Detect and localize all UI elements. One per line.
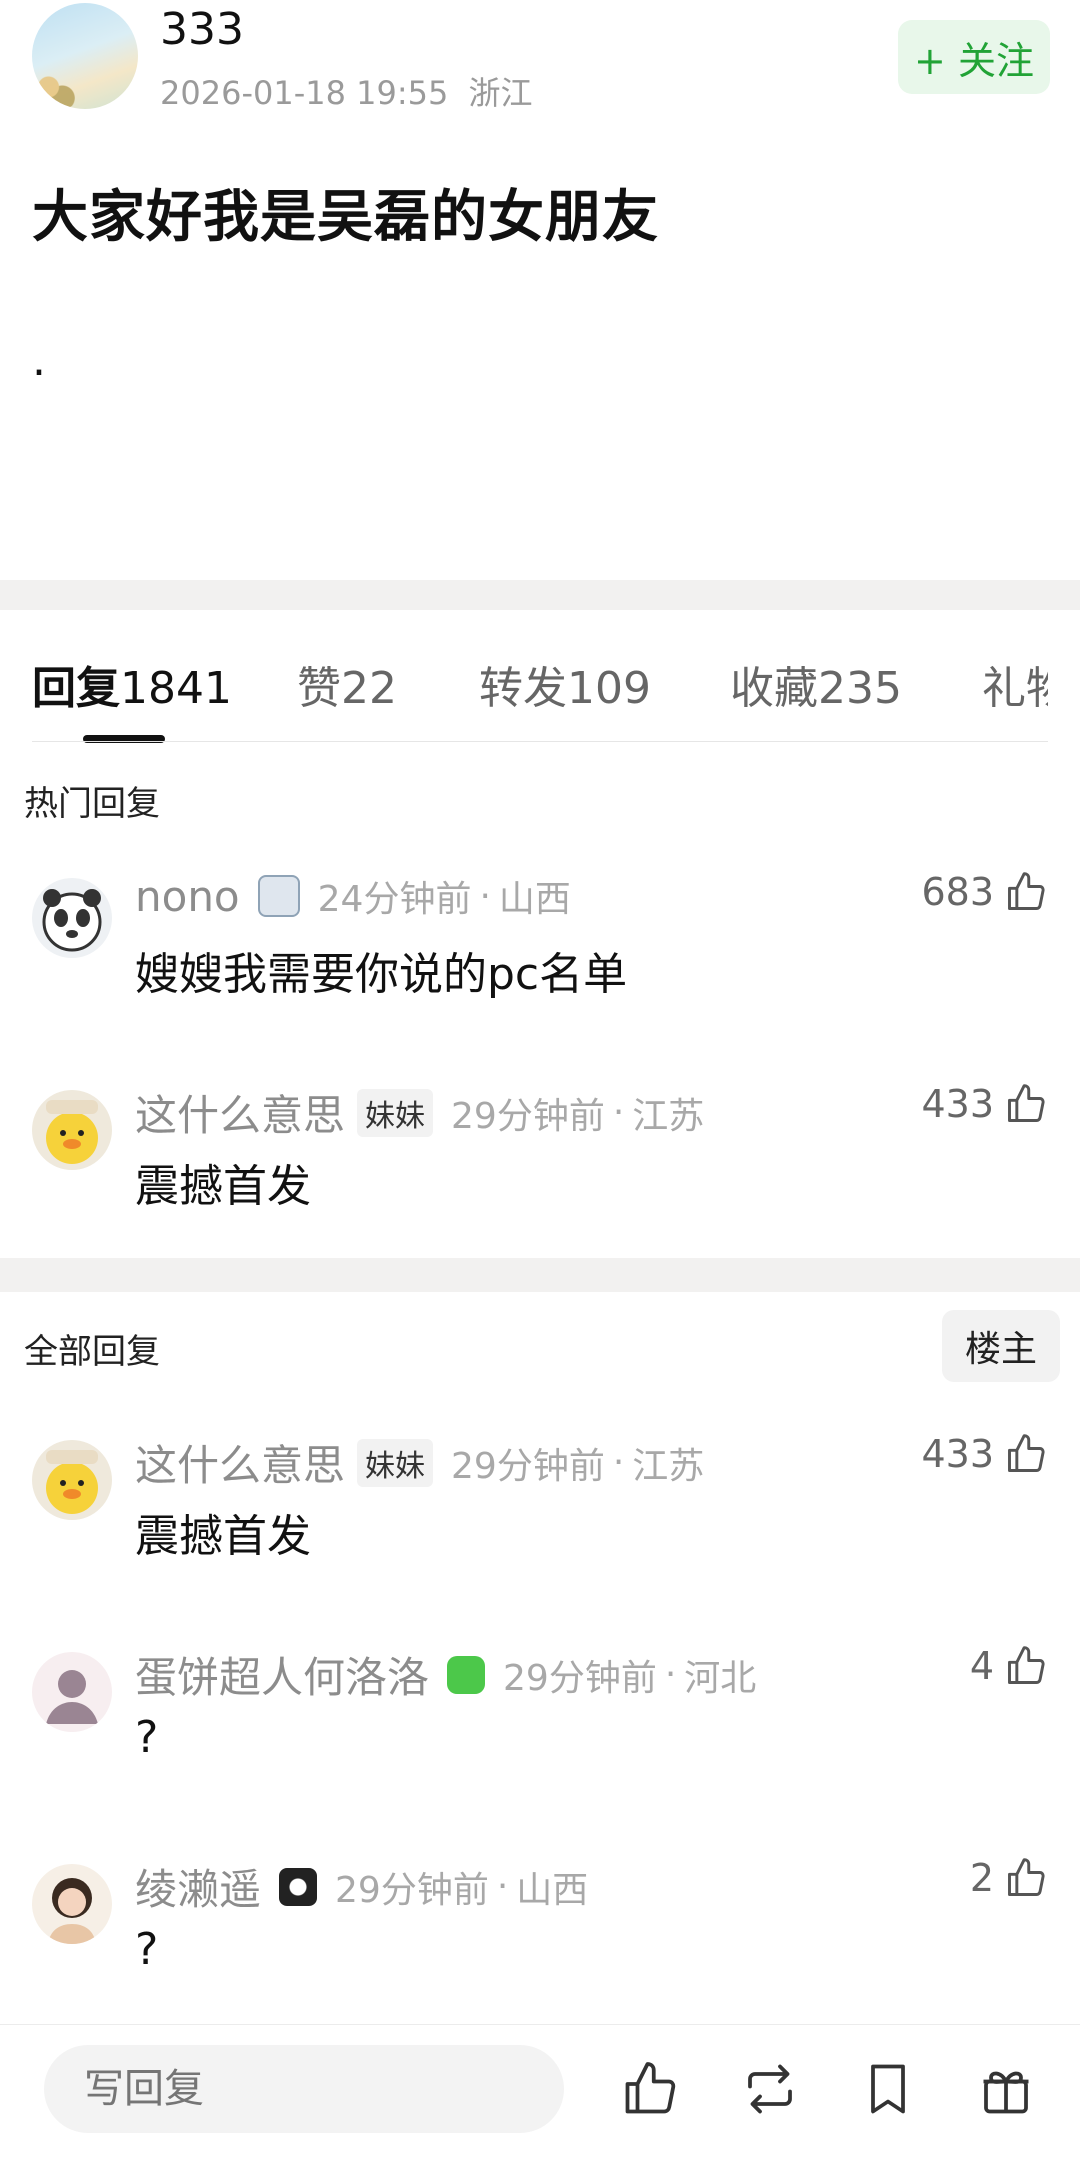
comment-item[interactable]: 蛋饼超人何洛洛 29分钟前 · 河北 4 ? [0, 1644, 1080, 1812]
thumbs-up-icon [1008, 1434, 1045, 1472]
comment-text: 震撼首发 [135, 1161, 311, 1212]
section-divider [0, 1258, 1080, 1292]
comment-location: 山西 [498, 879, 571, 920]
user-badge-icon [257, 875, 300, 917]
comment-text: 嫂嫂我需要你说的pc名单 [135, 949, 628, 1000]
level-badge-icon [447, 1655, 486, 1694]
comment-author[interactable]: 蛋饼超人何洛洛 29分钟前 · 河北 [135, 1644, 756, 1705]
default-avatar[interactable] [32, 1652, 112, 1732]
comment-author[interactable]: 这什么意思 妹妹 29分钟前 · 江苏 [135, 1432, 704, 1493]
thumbs-up-icon [1008, 1084, 1045, 1122]
hot-replies-label: 热门回复 [24, 784, 160, 824]
comment-item[interactable]: 绫濑遥 29分钟前 · 山西 2 ? [0, 1856, 1080, 2024]
comment-location: 山西 [516, 1869, 589, 1911]
reply-input[interactable] [44, 2045, 564, 2133]
comment-time: 29分钟前 [503, 1657, 657, 1699]
relation-badge: 妹妹 [357, 1438, 434, 1487]
author-only-filter-button[interactable]: 楼主 [942, 1310, 1060, 1382]
bookmark-icon[interactable] [858, 2059, 918, 2119]
tab-label: 收藏 [730, 663, 818, 714]
section-divider [0, 580, 1080, 610]
author-avatar[interactable] [32, 3, 138, 109]
comment-dot: · [612, 1442, 625, 1483]
comment-author[interactable]: nono 24分钟前 · 山西 [135, 870, 571, 922]
post-meta: 2026-01-18 19:55 浙江 [160, 68, 533, 114]
tab-gifts[interactable]: 礼物 [982, 652, 1048, 716]
comment-author-name: 这什么意思 [135, 1091, 346, 1140]
comment-author[interactable]: 绫濑遥 29分钟前 · 山西 [135, 1856, 588, 1917]
comment-text: 震撼首发 [135, 1511, 311, 1562]
comment-author[interactable]: 这什么意思 妹妹 29分钟前 · 江苏 [135, 1082, 704, 1143]
post-location: 浙江 [468, 74, 533, 112]
tab-label: 转发 [479, 663, 567, 714]
comment-location: 河北 [684, 1657, 757, 1699]
comment-item[interactable]: 这什么意思 妹妹 29分钟前 · 江苏 433 震撼首发 [0, 1082, 1080, 1250]
comment-dot: · [496, 1866, 509, 1907]
thumbs-up-icon [1008, 1646, 1045, 1684]
tab-count: 1841 [120, 663, 232, 714]
like-icon[interactable] [620, 2059, 680, 2119]
comment-like[interactable]: 683 [921, 870, 1048, 914]
comment-author-name: 蛋饼超人何洛洛 [135, 1653, 430, 1702]
comment-like[interactable]: 433 [921, 1432, 1048, 1476]
tab-count: 22 [341, 663, 397, 714]
like-count: 4 [969, 1644, 994, 1688]
tab-label: 礼物 [982, 663, 1048, 714]
follow-button[interactable]: + 关注 [898, 20, 1050, 94]
like-count: 2 [969, 1856, 994, 1900]
comment-time: 29分钟前 [335, 1869, 489, 1911]
tab-reposts[interactable]: 转发109 [479, 652, 651, 716]
comment-item[interactable]: nono 24分钟前 · 山西 683 嫂嫂我需要你说的pc名单 [0, 870, 1080, 1038]
comment-time: 24分钟前 [317, 879, 472, 920]
all-replies-label: 全部回复 [24, 1332, 160, 1372]
comment-dot: · [612, 1092, 625, 1133]
thumbs-up-icon [1008, 872, 1045, 910]
like-count: 433 [921, 1432, 994, 1476]
comment-like[interactable]: 433 [921, 1082, 1048, 1126]
gift-icon[interactable] [976, 2059, 1036, 2119]
comment-author-name: 这什么意思 [135, 1441, 346, 1490]
repost-icon[interactable] [740, 2059, 800, 2119]
relation-badge: 妹妹 [357, 1088, 434, 1137]
comment-author-name: nono [135, 871, 240, 921]
comment-item[interactable]: 这什么意思 妹妹 29分钟前 · 江苏 433 震撼首发 [0, 1432, 1080, 1600]
post-body: . [32, 335, 46, 386]
girl-avatar[interactable] [32, 1864, 112, 1944]
tab-count: 235 [818, 663, 902, 714]
tab-favorites[interactable]: 收藏235 [730, 652, 902, 716]
comment-time: 29分钟前 [451, 1445, 605, 1487]
thumbs-up-icon [1008, 1858, 1045, 1896]
comment-dot: · [479, 875, 491, 917]
post-title: 大家好我是吴磊的女朋友 [32, 185, 659, 250]
comment-time: 29分钟前 [451, 1095, 605, 1137]
comment-location: 江苏 [632, 1445, 705, 1487]
tab-label: 回复 [32, 663, 120, 714]
comment-text: ? [135, 1924, 159, 1975]
like-count: 433 [921, 1082, 994, 1126]
comment-like[interactable]: 4 [970, 1644, 1048, 1688]
tab-replies[interactable]: 回复1841 [32, 652, 232, 716]
tab-divider [32, 741, 1048, 742]
tab-label: 赞 [297, 663, 341, 714]
comment-author-name: 绫濑遥 [135, 1865, 262, 1914]
tab-count: 109 [567, 663, 651, 714]
panda-avatar[interactable] [32, 878, 112, 958]
comment-location: 江苏 [632, 1095, 705, 1137]
bottom-action-bar [0, 2024, 1080, 2158]
tab-bar: 回复1841 赞22 转发109 收藏235 礼物 [0, 640, 1080, 742]
like-count: 683 [921, 870, 994, 914]
comment-like[interactable]: 2 [970, 1856, 1048, 1900]
author-name[interactable]: 333 [160, 4, 244, 55]
post-datetime: 2026-01-18 19:55 [160, 74, 449, 112]
duck-avatar[interactable] [32, 1090, 112, 1170]
tab-likes[interactable]: 赞22 [297, 652, 397, 716]
comment-dot: · [664, 1654, 677, 1695]
panda-badge-icon [279, 1867, 318, 1906]
comment-text: ? [135, 1712, 159, 1763]
duck-avatar[interactable] [32, 1440, 112, 1520]
